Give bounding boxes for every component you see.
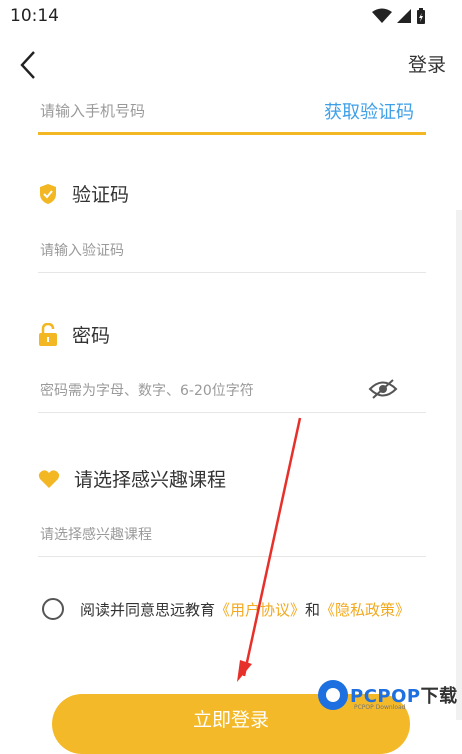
watermark-sub: PCPOP Download: [354, 704, 406, 711]
watermark: PCPOP下载 PCPOP Download: [318, 678, 460, 718]
pcpop-logo-icon: [318, 680, 348, 710]
annotation-arrow: [237, 417, 302, 682]
